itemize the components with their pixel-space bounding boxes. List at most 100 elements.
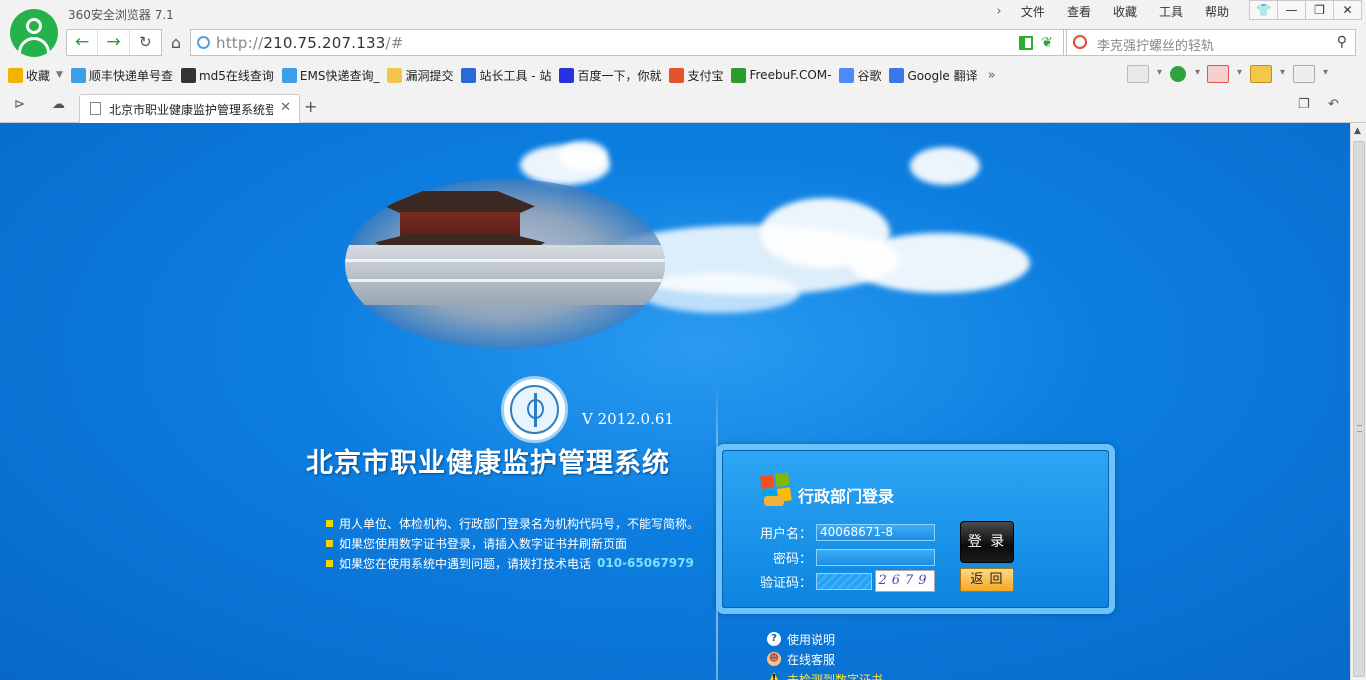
screenshot-icon[interactable] [1250,65,1285,83]
search-icon[interactable]: ⚲ [1337,34,1347,50]
user-avatar[interactable] [10,9,58,57]
password-input[interactable] [816,548,935,566]
gamepad-icon[interactable] [1293,65,1328,83]
vertical-scrollbar[interactable]: ▲ [1350,123,1366,680]
favorites-button[interactable]: 收藏 ▼ [8,67,63,84]
captcha-image[interactable]: 2679 [875,570,935,592]
shield-icon [669,67,685,83]
login-title: 行政部门登录 [798,487,895,506]
cloud-decoration [910,147,980,185]
login-button[interactable]: 登 录 [960,521,1014,563]
menu-file[interactable]: 文件 [1010,4,1056,20]
password-label: 密码： [772,551,812,567]
scroll-up-icon[interactable]: ▲ [1354,126,1361,136]
bookmarks-bar: 收藏 ▼ 顺丰快递单号查 md5在线查询 EMS快递查询_ 漏洞提交 站长工具 - 站百度一… [8,65,996,85]
cert-warning: ! 未检测到数字证书 [767,669,883,680]
bookmark-item[interactable]: 顺丰快递单号查 [70,67,173,84]
close-tab-icon[interactable]: ✕ [280,100,291,115]
support-phone: 010-65067979 [597,556,694,570]
menu-tools[interactable]: 工具 [1148,4,1194,20]
zoom-icon[interactable] [1336,65,1358,83]
bookmark-item[interactable]: 百度一下，你就 [559,67,661,84]
undo-icon[interactable]: ↶ [1328,97,1339,112]
forbidden-city-image [345,179,665,349]
menu-view[interactable]: 查看 [1056,4,1102,20]
maximize-button[interactable]: ❐ [1305,0,1334,20]
cloud-icon[interactable]: ☁ [52,97,65,112]
search-input[interactable]: 李克强拧螺丝的轻轨 [1097,35,1214,54]
bookmark-item[interactable]: Google 翻译 [889,67,978,84]
chevron-down-icon[interactable]: ▼ [56,70,63,80]
usage-guide-link[interactable]: ? 使用说明 [767,629,883,649]
restore-tabs-icon[interactable]: ❐ [1298,97,1310,112]
money-icon[interactable] [1170,66,1200,82]
captcha-input[interactable] [816,572,872,590]
bookmark-item[interactable]: 站长工具 - 站 [461,67,551,84]
scroll-thumb[interactable] [1353,141,1365,677]
home-button[interactable]: ⌂ [164,29,188,56]
bookmark-item[interactable]: FreebuF.COM- [731,67,831,83]
menu-favorites[interactable]: 收藏 [1102,4,1148,20]
bookmark-item[interactable]: md5在线查询 [180,67,274,84]
f-icon [731,67,747,83]
username-input[interactable]: 40068671-8 [816,523,935,541]
skin-icon[interactable]: 👕 [1249,0,1278,20]
minimize-button[interactable]: — [1277,0,1306,20]
leaf-icon[interactable]: ❦ [1041,35,1053,51]
health-emblem-logo [501,376,568,443]
grid-icon [180,67,196,83]
page-icon [90,102,101,115]
nav-buttons: ← → ↻ [66,29,162,56]
tip-item: 用人单位、体检机构、行政部门登录名为机构代码号，不能写简称。 [325,513,699,533]
menu-bar: › 文件 查看 收藏 工具 帮助 [988,4,1240,20]
username-label: 用户名： [759,526,812,542]
ie-icon [281,67,297,83]
refresh-button[interactable]: ↻ [130,30,161,55]
ie-icon [70,67,86,83]
tab-label: 北京市职业健康监护管理系统登 [109,103,273,117]
cloud-decoration [850,233,1030,293]
bullet-icon [325,558,334,568]
chevron-right-icon[interactable]: › [988,4,1010,20]
qr-code-icon[interactable] [1019,36,1033,50]
tip-item: 如果您使用数字证书登录，请插入数字证书并刷新页面 [325,533,699,553]
forward-button[interactable]: → [98,30,130,55]
pdf-icon[interactable] [1207,65,1242,83]
search-box[interactable]: 李克强拧螺丝的轻轨 ⚲ [1066,29,1356,56]
bookmark-item[interactable]: EMS快递查询_ [281,67,379,84]
close-window-button[interactable]: ✕ [1333,0,1362,20]
window-controls: 👕 — ❐ ✕ [1249,0,1362,20]
more-bookmarks-icon[interactable]: » [988,68,996,83]
bullet-icon [325,538,334,548]
person-icon: ☻ [767,652,781,666]
bookmark-item[interactable]: 漏洞提交 [387,67,453,84]
star-icon [8,67,23,83]
paw-icon [559,67,575,83]
menu-help[interactable]: 帮助 [1194,4,1240,20]
browser-chrome: 360安全浏览器 7.1 › 文件 查看 收藏 工具 帮助 👕 — ❐ ✕ ← … [0,0,1366,123]
url-text: http://210.75.207.133/# [216,34,404,52]
sidebar-toggle-icon[interactable]: ⊳ [14,97,25,112]
chart-icon [461,67,477,83]
captcha-label: 验证码： [759,575,812,591]
new-tab-button[interactable]: + [304,97,317,116]
apps-icon[interactable] [1127,65,1162,83]
tab-active[interactable]: 北京市职业健康监护管理系统登 ✕ [79,94,300,123]
captcha-row: 验证码： 2679 [742,570,935,592]
version-label: V 2012.0.61 [582,410,674,428]
search-engine-icon[interactable] [1073,35,1087,49]
address-bar[interactable]: http://210.75.207.133/# ❦ [190,29,1064,56]
help-links: ? 使用说明 ☻ 在线客服 ! 未检测到数字证书 [767,629,883,680]
bookmark-item[interactable]: 谷歌 [839,67,881,84]
login-form: 行政部门登录 用户名： 40068671-8 密码： 验证码： 2679 登 录… [716,444,1115,614]
tip-item: 如果您在使用系统中遇到问题，请拨打技术电话 010-65067979 [325,553,699,573]
back-button[interactable]: ← [67,30,99,55]
bookmark-item[interactable]: 支付宝 [669,67,723,84]
browser-title: 360安全浏览器 7.1 [68,8,174,22]
question-icon: ? [767,632,781,646]
login-page: V 2012.0.61 北京市职业健康监护管理系统 用人单位、体检机构、行政部门… [0,123,1350,680]
back-button-page[interactable]: 返 回 [960,568,1014,592]
navigation-row: ← → ↻ ⌂ http://210.75.207.133/# ❦ ▼ 李克强拧… [66,29,1356,57]
g-icon [839,67,855,83]
online-service-link[interactable]: ☻ 在线客服 [767,649,883,669]
